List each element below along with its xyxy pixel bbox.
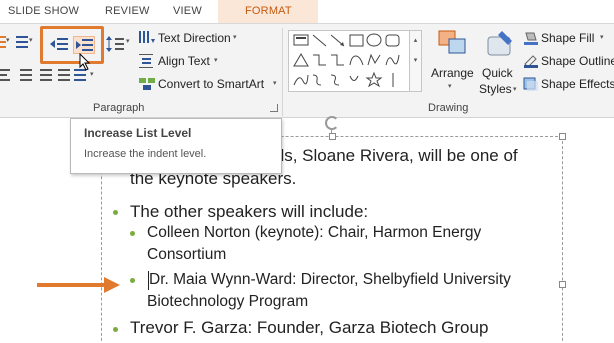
line-spacing-icon <box>106 36 124 52</box>
center-align-icon[interactable] <box>20 69 32 84</box>
arrange-button[interactable]: Arrange <box>431 66 474 80</box>
shapes-gallery-icons <box>293 33 400 88</box>
shapes-gallery[interactable] <box>288 30 410 92</box>
tab-slide-show[interactable]: SLIDE SHOW <box>8 5 79 17</box>
text-direction-dropdown-arrow[interactable]: ▾ <box>233 33 237 41</box>
shape-effects-icon <box>523 77 539 91</box>
justify-icon[interactable] <box>58 69 70 84</box>
bullet-item-trevor[interactable]: Trevor F. Garza: Founder, Garza Biotech … <box>130 318 488 338</box>
ribbon-tab-bar: SLIDE SHOW REVIEW VIEW FORMAT <box>0 0 614 23</box>
drawing-group-label: Drawing <box>428 102 469 114</box>
convert-to-smartart-dropdown-arrow[interactable]: ▾ <box>273 79 277 87</box>
text-direction-icon <box>139 31 155 45</box>
shape-outline-icon <box>523 54 539 68</box>
resize-handle-right[interactable] <box>559 281 566 288</box>
align-left-partial-icon[interactable] <box>0 69 10 84</box>
shape-outline-button[interactable]: Shape Outline <box>541 54 614 68</box>
sub-item-colleen-line1[interactable]: Colleen Norton (keynote): Chair, Harmon … <box>147 224 481 242</box>
line-spacing-dropdown-arrow[interactable]: ▾ <box>126 37 130 45</box>
indent-buttons-highlight <box>40 26 104 64</box>
quick-styles-label-line1[interactable]: Quick <box>482 66 513 80</box>
align-text-dropdown-arrow[interactable]: ▾ <box>214 56 218 64</box>
tab-format[interactable]: FORMAT <box>245 5 292 17</box>
tab-view[interactable]: VIEW <box>173 5 202 17</box>
convert-to-smartart-button[interactable]: Convert to SmartArt <box>158 77 264 91</box>
shape-effects-button[interactable]: Shape Effects <box>541 77 614 91</box>
line-spacing-button[interactable] <box>106 36 124 52</box>
quick-styles-label-line2[interactable]: Styles <box>479 82 512 96</box>
columns-icon[interactable] <box>74 69 86 84</box>
tooltip-increase-list-level: Increase List Level Increase the indent … <box>70 118 282 174</box>
bullet-marker <box>113 210 118 215</box>
quick-styles-icon <box>484 29 516 59</box>
tooltip-title: Increase List Level <box>84 126 192 140</box>
resize-handle-top[interactable] <box>329 133 336 140</box>
shapes-gallery-scroll[interactable]: ▴ ▾ <box>410 30 422 92</box>
callout-arrow-head-icon <box>104 277 120 293</box>
quick-styles-dropdown-arrow[interactable]: ▾ <box>513 85 517 93</box>
align-right-icon[interactable] <box>40 69 52 84</box>
tab-review[interactable]: REVIEW <box>105 5 150 17</box>
mouse-pointer-icon <box>79 53 91 71</box>
sub-item-maia-line2[interactable]: Biotechnology Program <box>147 293 308 311</box>
sub-bullet-marker <box>130 278 135 283</box>
arrange-icon <box>437 29 469 57</box>
sub-bullet-marker <box>130 231 135 236</box>
group-separator <box>282 28 283 116</box>
align-text-icon <box>139 54 155 68</box>
callout-arrow-shaft <box>37 283 107 287</box>
align-text-button[interactable]: Align Text <box>158 54 210 68</box>
numbering-icon[interactable] <box>16 36 28 51</box>
sub-item-colleen-line2[interactable]: Consortium <box>147 246 226 264</box>
numbering-dropdown-arrow[interactable]: ▾ <box>29 36 33 44</box>
columns-dropdown-arrow[interactable]: ▾ <box>90 70 94 78</box>
bullets-dropdown-arrow[interactable]: ▾ <box>6 36 10 44</box>
shape-fill-button[interactable]: Shape Fill <box>541 31 594 45</box>
shape-fill-dropdown-arrow[interactable]: ▾ <box>600 33 604 41</box>
resize-handle-top-right[interactable] <box>559 133 566 140</box>
bullet-marker <box>113 327 118 332</box>
body-text-line1[interactable]: els, Sloane Rivera, will be one of <box>271 146 518 166</box>
paragraph-group-label: Paragraph <box>93 102 145 114</box>
text-direction-button[interactable]: Text Direction <box>158 31 231 45</box>
arrange-dropdown-arrow[interactable]: ▾ <box>448 82 452 90</box>
rotate-handle-icon[interactable] <box>325 116 339 130</box>
smartart-icon <box>139 77 155 91</box>
shape-fill-icon <box>523 31 539 45</box>
tooltip-description: Increase the indent level. <box>84 148 207 160</box>
paragraph-dialog-launcher[interactable] <box>270 104 278 112</box>
bullet-item-speakers[interactable]: The other speakers will include: <box>130 202 368 222</box>
sub-item-maia-line1[interactable]: Dr. Maia Wynn-Ward: Director, Shelbyfiel… <box>149 271 511 289</box>
